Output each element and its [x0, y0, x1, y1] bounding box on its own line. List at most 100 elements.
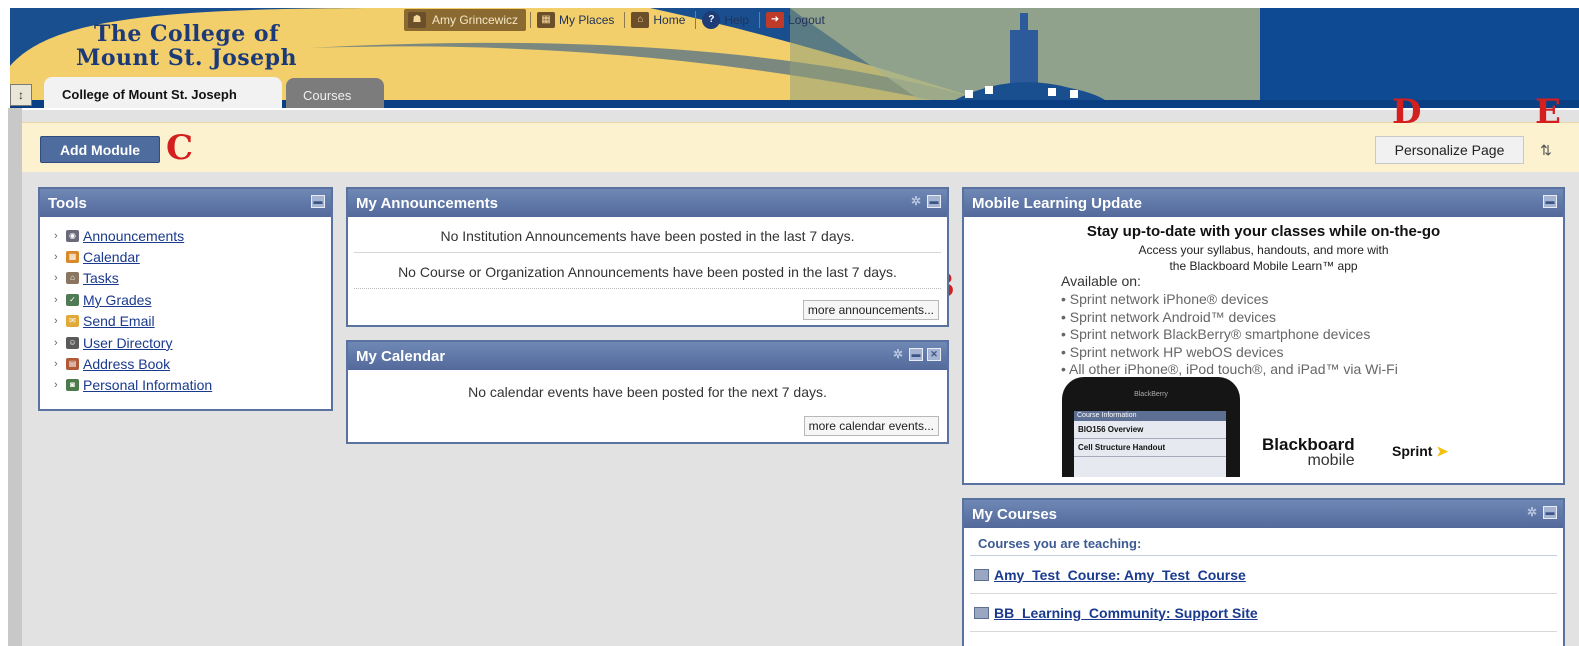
list-item: › ◉ Announcements — [54, 225, 331, 246]
personal-info-icon: ◙ — [66, 379, 79, 392]
courses-module-header: My Courses ✲ ▬ — [964, 500, 1563, 528]
calendar-module: My Calendar ✲ ▬ ✕ No calendar events have … — [346, 340, 949, 444]
list-item: › ◙ Personal Information — [54, 375, 331, 396]
announcements-icon: ◉ — [66, 229, 79, 242]
announcements-module: My Announcements ✲ ▬ No Institution Annou… — [346, 187, 949, 327]
phone-brand: BlackBerry — [1134, 391, 1168, 398]
tools-link-tasks[interactable]: Tasks — [83, 270, 119, 286]
home-label: Home — [653, 13, 686, 27]
marker-d: D — [1392, 92, 1422, 132]
chevron-right-icon: › — [54, 251, 58, 264]
logo-line-1: The College of — [93, 21, 280, 47]
gear-icon[interactable]: ✲ — [909, 195, 923, 208]
minimize-icon[interactable]: ▬ — [909, 348, 923, 361]
list-item: › ▦ Calendar — [54, 246, 331, 267]
help-label: Help — [724, 13, 750, 27]
tools-module-header: Tools ▬ — [40, 189, 331, 217]
page-toolbar — [22, 122, 1579, 172]
list-item: › ⌂ Tasks — [54, 268, 331, 289]
mobile-subline-1: Access your syllabus, handouts, and more… — [1138, 243, 1389, 257]
close-icon[interactable]: ✕ — [927, 348, 941, 361]
tools-link-user-directory[interactable]: User Directory — [83, 335, 172, 351]
course-book-icon — [974, 568, 989, 581]
chevron-right-icon: › — [54, 358, 58, 371]
mobile-promo[interactable]: Stay up-to-date with your classes while … — [964, 217, 1563, 477]
device-item: Sprint network iPhone® devices — [1069, 291, 1269, 307]
chevron-right-icon: › — [54, 293, 58, 306]
minimize-icon[interactable]: ▬ — [927, 195, 941, 208]
tools-link-calendar[interactable]: Calendar — [83, 249, 140, 265]
course-link[interactable]: Amy_Test_Course: Amy_Test_Course — [994, 567, 1246, 583]
home-link[interactable]: ⌂ Home — [624, 12, 691, 28]
my-courses-module: My Courses ✲ ▬ Courses you are teaching: … — [962, 498, 1565, 646]
grades-icon: ✓ — [66, 293, 79, 306]
chevron-right-icon: › — [54, 315, 58, 328]
tab-college-home[interactable]: College of Mount St. Joseph — [44, 77, 282, 108]
user-navigation: ☗ Amy Grincewicz ▦ My Places ⌂ Home ? He… — [404, 8, 831, 32]
list-item: • Sprint network BlackBerry® smartphone … — [1061, 326, 1371, 343]
tools-list: › ◉ Announcements › ▦ Calendar › ⌂ Tasks › ✓ My … — [40, 217, 331, 396]
help-icon: ? — [702, 11, 721, 29]
minimize-icon[interactable]: ▬ — [311, 195, 325, 208]
calendar-icon: ▦ — [66, 251, 79, 264]
tools-link-send-email[interactable]: Send Email — [83, 313, 155, 329]
list-item: › ✓ My Grades — [54, 289, 331, 310]
logout-icon: ➜ — [766, 12, 785, 28]
college-logo[interactable]: The College of Mount St. Joseph — [76, 22, 297, 70]
my-places-link[interactable]: ▦ My Places — [530, 12, 620, 28]
tools-module: Tools ▬ › ◉ Announcements › ▦ Calendar › ⌂ Tas… — [38, 187, 333, 411]
more-calendar-events-button[interactable]: more calendar events... — [803, 416, 939, 436]
left-frame-border — [8, 108, 22, 646]
reorder-icon[interactable]: ⇅ — [1531, 136, 1561, 164]
gear-icon[interactable]: ✲ — [891, 348, 905, 361]
tools-link-announcements[interactable]: Announcements — [83, 228, 184, 244]
mobile-title: Mobile Learning Update — [972, 195, 1143, 212]
list-item: • Sprint network Android™ devices — [1061, 308, 1277, 325]
list-item: • Sprint network HP webOS devices — [1061, 343, 1284, 360]
user-menu[interactable]: ☗ Amy Grincewicz — [404, 9, 527, 31]
list-item: BB_Learning_Community: Support Site — [970, 594, 1557, 632]
minimize-icon[interactable]: ▬ — [1543, 195, 1557, 208]
expand-collapse-icon[interactable]: ↕ — [10, 84, 32, 106]
tools-link-personal-information[interactable]: Personal Information — [83, 377, 212, 393]
email-icon: ✉ — [66, 315, 79, 328]
help-link[interactable]: ? Help — [695, 11, 755, 29]
address-book-icon: ▤ — [66, 358, 79, 371]
chevron-right-icon: › — [54, 379, 58, 392]
phone-image: BlackBerry Course Information BIO156 Ove… — [1062, 377, 1240, 477]
device-item: Sprint network HP webOS devices — [1069, 343, 1284, 360]
marker-e: E — [1535, 92, 1561, 132]
course-book-icon — [974, 606, 989, 619]
mobile-subline-2: the Blackboard Mobile Learn™ app — [1169, 259, 1358, 273]
minimize-icon[interactable]: ▬ — [1543, 506, 1557, 519]
logout-label: Logout — [788, 13, 825, 27]
tools-link-my-grades[interactable]: My Grades — [83, 292, 151, 308]
user-directory-icon: ☺ — [66, 336, 79, 349]
gear-icon[interactable]: ✲ — [1525, 506, 1539, 519]
sprint-logo: Sprint ➤ — [1392, 443, 1448, 460]
list-item: › ☺ User Directory — [54, 332, 331, 353]
more-announcements-button[interactable]: more announcements... — [802, 300, 939, 320]
blackboard-portal: The College of Mount St. Joseph ☗ Amy Gr… — [0, 0, 1579, 646]
courses-teaching-heading: Courses you are teaching: — [970, 528, 1557, 556]
logo-line-2: Mount St. Joseph — [76, 45, 298, 71]
tab-courses[interactable]: Courses — [286, 78, 384, 108]
home-icon: ⌂ — [631, 12, 650, 28]
mobile-learning-module: Mobile Learning Update ▬ Stay up-to-date… — [962, 187, 1565, 485]
course-link[interactable]: BB_Learning_Community: Support Site — [994, 605, 1258, 621]
add-module-button[interactable]: Add Module — [40, 136, 160, 163]
my-places-label: My Places — [559, 13, 615, 27]
mobile-device-list: • Sprint network iPhone® devices • Sprin… — [1061, 291, 1398, 379]
marker-c: C — [166, 128, 194, 168]
calendar-empty-message: No calendar events have been posted for … — [468, 384, 827, 400]
phone-screen: Course Information BIO156 Overview Cell … — [1074, 411, 1226, 477]
logout-link[interactable]: ➜ Logout — [759, 12, 831, 28]
list-item: • Sprint network iPhone® devices — [1061, 291, 1269, 307]
announcements-title: My Announcements — [356, 195, 498, 212]
device-item: All other iPhone®, iPod touch®, and iPad… — [1069, 361, 1398, 378]
personalize-page-button[interactable]: Personalize Page — [1375, 136, 1524, 164]
calendar-title: My Calendar — [356, 348, 446, 365]
phone-row-2: Cell Structure Handout — [1074, 439, 1226, 457]
tools-link-address-book[interactable]: Address Book — [83, 356, 170, 372]
mobile-module-header: Mobile Learning Update ▬ — [964, 189, 1563, 217]
